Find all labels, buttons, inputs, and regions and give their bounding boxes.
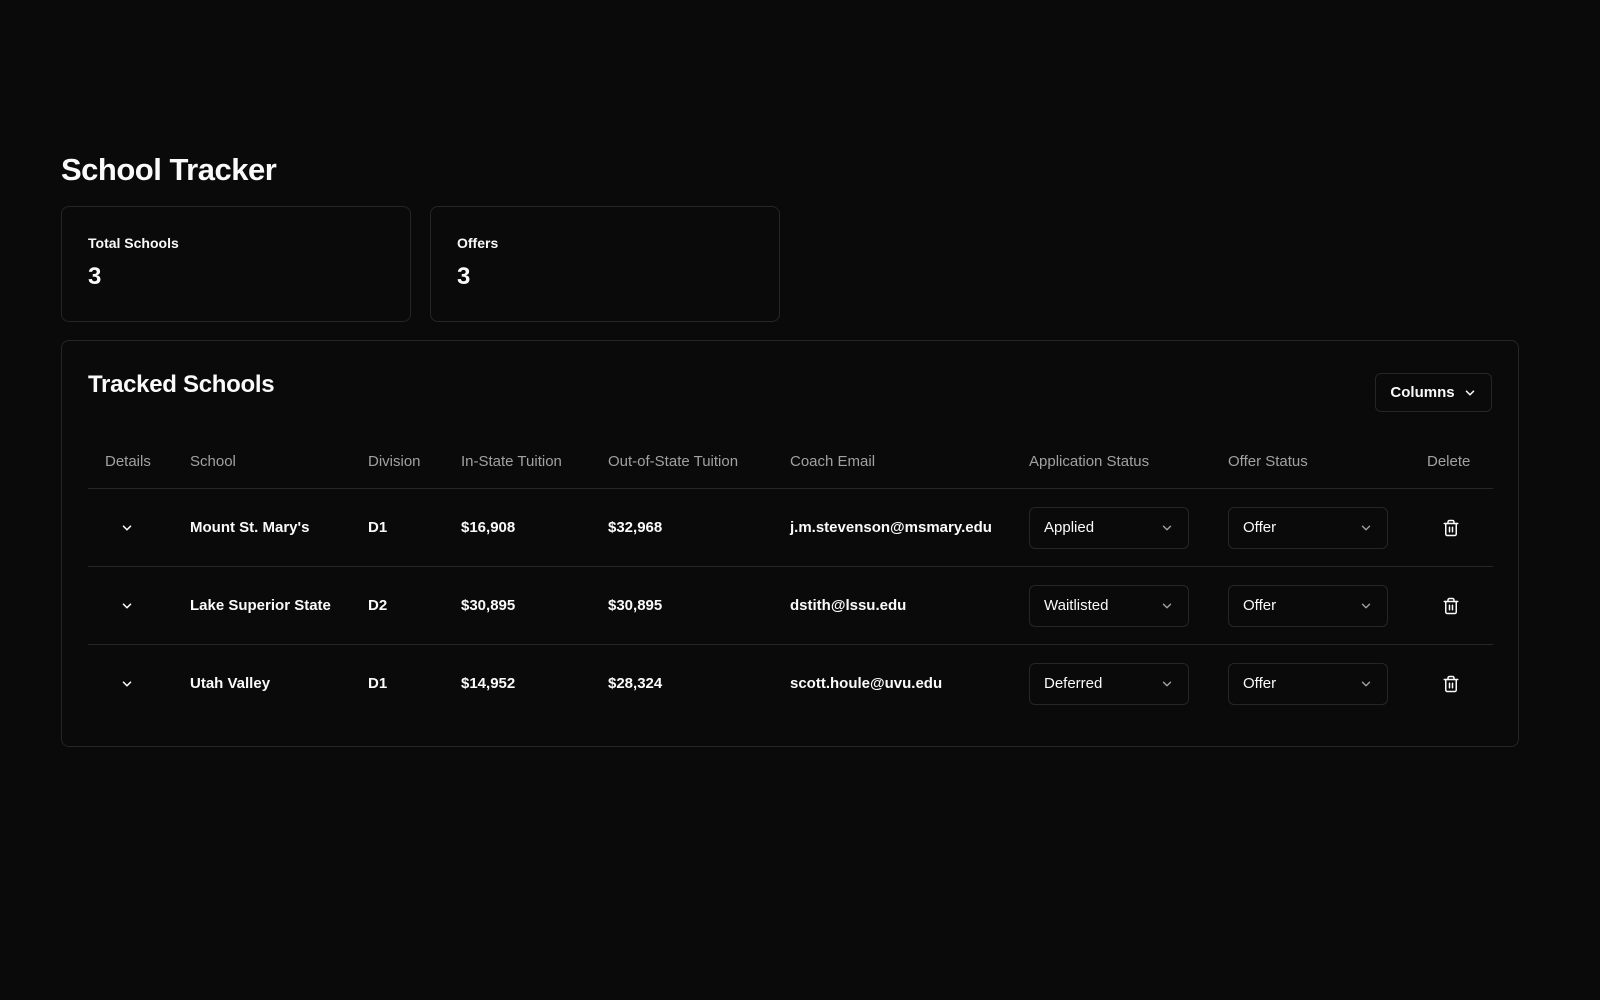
delete-row-button[interactable]: [1441, 596, 1461, 616]
offer-status-cell: Offer: [1228, 488, 1427, 567]
delete-cell: [1427, 566, 1493, 645]
chevron-down-icon: [1162, 603, 1172, 608]
tracked-schools-card: Tracked Schools Columns Details School D…: [61, 340, 1519, 747]
trash-icon: [1443, 675, 1459, 692]
application-status-cell: Applied: [1029, 488, 1228, 567]
stat-label: Offers: [457, 235, 499, 251]
chevron-down-icon: [1361, 681, 1371, 686]
chevron-down-icon: [1162, 681, 1172, 686]
table-row: Lake Superior State D2 $30,895 $30,895 d…: [88, 566, 1493, 645]
details-cell: [88, 488, 190, 567]
columns-button[interactable]: Columns: [1375, 373, 1492, 412]
chevron-down-icon: [122, 680, 132, 687]
select-value: Offer: [1243, 675, 1277, 692]
header-coach-email: Coach Email: [790, 434, 1029, 489]
in-state-tuition-cell: $16,908: [461, 488, 608, 567]
offer-status-select[interactable]: Offer: [1228, 584, 1388, 627]
table-header-row: Details School Division In-State Tuition…: [88, 434, 1493, 489]
school-cell: Mount St. Mary's: [190, 488, 368, 567]
expand-row-button[interactable]: [118, 597, 136, 615]
chevron-down-icon: [1162, 525, 1172, 530]
stat-card-total-schools: Total Schools 3: [61, 206, 411, 322]
card-title: Tracked Schools: [88, 371, 275, 398]
offer-status-select[interactable]: Offer: [1228, 662, 1388, 705]
header-offer-status: Offer Status: [1228, 434, 1427, 489]
header-school: School: [190, 434, 368, 489]
in-state-tuition-cell: $30,895: [461, 566, 608, 645]
application-status-select[interactable]: Deferred: [1029, 662, 1189, 705]
delete-cell: [1427, 488, 1493, 567]
out-of-state-tuition-cell: $28,324: [608, 675, 663, 692]
table-row: Mount St. Mary's D1 $16,908 $32,968 j.m.…: [88, 488, 1493, 567]
in-state-tuition-cell: $14,952: [461, 675, 516, 692]
school-cell: Lake Superior State: [190, 566, 368, 645]
select-value: Waitlisted: [1044, 597, 1109, 614]
columns-button-label: Columns: [1390, 384, 1455, 401]
select-value: Offer: [1243, 597, 1277, 614]
trash-icon: [1443, 597, 1459, 614]
coach-email-cell: dstith@lssu.edu: [790, 566, 1029, 645]
application-status-select[interactable]: Waitlisted: [1029, 584, 1189, 627]
stat-label: Total Schools: [88, 235, 179, 251]
header-out-of-state-tuition: Out-of-State Tuition: [608, 434, 790, 489]
trash-icon: [1443, 519, 1459, 536]
application-status-select[interactable]: Applied: [1029, 506, 1189, 549]
offer-status-cell: Offer: [1228, 566, 1427, 645]
stat-value: 3: [88, 263, 102, 290]
page: School Tracker Total Schools 3 Offers 3 …: [0, 0, 1600, 1000]
details-cell: [88, 645, 190, 723]
header-application-status: Application Status: [1029, 434, 1228, 489]
expand-row-button[interactable]: [118, 675, 136, 693]
chevron-down-icon: [1361, 525, 1371, 530]
header-delete: Delete: [1427, 434, 1493, 489]
division-cell: D1: [368, 488, 461, 567]
school-cell: Utah Valley: [190, 675, 271, 692]
coach-email-cell: j.m.stevenson@msmary.edu: [790, 488, 1029, 567]
out-of-state-tuition-cell: $32,968: [608, 488, 790, 567]
select-value: Offer: [1243, 519, 1277, 536]
chevron-down-icon: [1465, 389, 1474, 396]
out-of-state-tuition-cell: $30,895: [608, 566, 790, 645]
page-title: School Tracker: [61, 152, 277, 187]
expand-row-button[interactable]: [118, 519, 136, 537]
chevron-down-icon: [1361, 603, 1371, 608]
coach-email-cell: scott.houle@uvu.edu: [790, 675, 943, 692]
header-details: Details: [88, 434, 190, 489]
header-in-state-tuition: In-State Tuition: [461, 434, 608, 489]
application-status-cell: Waitlisted: [1029, 566, 1228, 645]
details-cell: [88, 566, 190, 645]
table-row: Utah Valley D1 $14,952 $28,324 scott.hou…: [88, 645, 1493, 723]
delete-row-button[interactable]: [1441, 518, 1461, 538]
stat-card-offers: Offers 3: [430, 206, 780, 322]
stat-value: 3: [457, 263, 471, 290]
header-division: Division: [368, 434, 461, 489]
delete-cell: [1427, 645, 1493, 723]
offer-status-select[interactable]: Offer: [1228, 506, 1388, 549]
chevron-down-icon: [122, 524, 132, 531]
schools-table: Details School Division In-State Tuition…: [88, 434, 1493, 722]
select-value: Deferred: [1044, 675, 1103, 692]
delete-row-button[interactable]: [1441, 674, 1461, 694]
division-cell: D2: [368, 566, 461, 645]
offer-status-cell: Offer: [1228, 645, 1427, 723]
chevron-down-icon: [122, 602, 132, 609]
select-value: Applied: [1044, 519, 1095, 536]
application-status-cell: Deferred: [1029, 645, 1228, 723]
division-cell: D1: [368, 675, 388, 692]
